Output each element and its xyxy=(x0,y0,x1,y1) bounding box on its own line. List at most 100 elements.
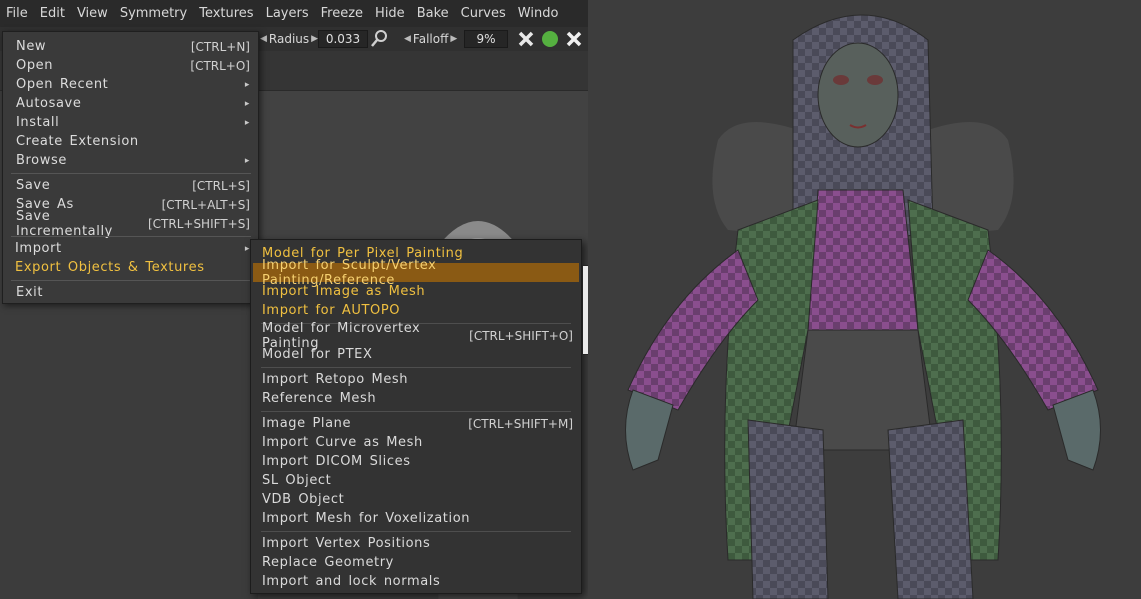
cross-tool-icon[interactable] xyxy=(516,29,536,49)
import-sl-object[interactable]: SL Object xyxy=(253,471,579,490)
file-menu-autosave[interactable]: Autosave ▸ xyxy=(3,94,258,113)
menu-freeze[interactable]: Freeze xyxy=(315,0,369,27)
file-menu-install[interactable]: Install ▸ xyxy=(3,113,258,132)
falloff-control[interactable]: ◀ Falloff ▶ xyxy=(402,30,459,48)
import-vertex-positions[interactable]: Import Vertex Positions xyxy=(253,534,579,553)
menu-file[interactable]: File xyxy=(0,0,34,27)
import-vdb-object[interactable]: VDB Object xyxy=(253,490,579,509)
menu-item-label: Autosave xyxy=(16,96,82,111)
file-menu-open[interactable]: Open [CTRL+O] xyxy=(3,56,258,75)
file-menu-exit[interactable]: Exit xyxy=(3,283,258,302)
menu-separator xyxy=(261,367,571,368)
menu-item-label: Exit xyxy=(16,285,44,300)
import-image-as-mesh[interactable]: Import Image as Mesh xyxy=(253,282,579,301)
menu-item-label: Open Recent xyxy=(16,77,109,92)
menu-separator xyxy=(11,280,251,281)
menu-item-label: VDB Object xyxy=(262,492,345,507)
import-sculpt-vertex-reference[interactable]: Import for Sculpt/Vertex Painting/Refere… xyxy=(253,258,579,288)
import-mesh-voxelization[interactable]: Import Mesh for Voxelization xyxy=(253,509,579,528)
menu-item-label: Import Vertex Positions xyxy=(262,536,431,551)
radius-value-field[interactable]: 0.033 xyxy=(318,30,368,48)
file-menu: New [CTRL+N] Open [CTRL+O] Open Recent ▸… xyxy=(2,31,259,304)
menu-item-label: Model for PTEX xyxy=(262,347,373,362)
radius-decrease-icon[interactable]: ◀ xyxy=(258,34,269,44)
close-icon[interactable] xyxy=(564,29,584,49)
import-curve-as-mesh[interactable]: Import Curve as Mesh xyxy=(253,433,579,452)
import-replace-geometry[interactable]: Replace Geometry xyxy=(253,553,579,572)
screen: File Edit View Symmetry Textures Layers … xyxy=(0,0,1141,599)
submenu-arrow-icon: ▸ xyxy=(244,155,250,166)
menu-item-label: Import Curve as Mesh xyxy=(262,435,423,450)
import-dicom-slices[interactable]: Import DICOM Slices xyxy=(253,452,579,471)
menu-item-label: Import DICOM Slices xyxy=(262,454,411,469)
import-submenu: Model for Per Pixel Painting Import for … xyxy=(250,239,582,594)
menu-textures[interactable]: Textures xyxy=(193,0,259,27)
menu-item-label: Browse xyxy=(16,153,67,168)
file-menu-save-incrementally[interactable]: Save Incrementally [CTRL+SHIFT+S] xyxy=(3,209,258,239)
submenu-arrow-icon: ▸ xyxy=(244,117,250,128)
app-window: File Edit View Symmetry Textures Layers … xyxy=(0,0,588,599)
submenu-arrow-icon: ▸ xyxy=(244,79,250,90)
menu-bar: File Edit View Symmetry Textures Layers … xyxy=(0,0,588,27)
menu-hide[interactable]: Hide xyxy=(369,0,411,27)
file-menu-new[interactable]: New [CTRL+N] xyxy=(3,37,258,56)
file-menu-export-objects-textures[interactable]: Export Objects & Textures xyxy=(3,258,258,277)
menu-item-shortcut: [CTRL+O] xyxy=(190,58,250,73)
menu-item-label: Open xyxy=(16,58,54,73)
submenu-arrow-icon: ▸ xyxy=(244,98,250,109)
import-for-autopo[interactable]: Import for AUTOPO xyxy=(253,301,579,320)
menu-item-label: SL Object xyxy=(262,473,332,488)
falloff-value-field[interactable]: 9% xyxy=(464,30,508,48)
menu-curves[interactable]: Curves xyxy=(455,0,512,27)
falloff-increase-icon[interactable]: ▶ xyxy=(448,34,459,44)
menu-item-shortcut: [CTRL+SHIFT+S] xyxy=(147,216,250,231)
menu-item-shortcut: [CTRL+SHIFT+M] xyxy=(468,416,573,431)
menu-item-label: New xyxy=(16,39,47,54)
character-model-image xyxy=(588,0,1141,599)
menu-layers[interactable]: Layers xyxy=(260,0,315,27)
falloff-decrease-icon[interactable]: ◀ xyxy=(402,34,413,44)
menu-bake[interactable]: Bake xyxy=(411,0,455,27)
menu-item-shortcut: [CTRL+S] xyxy=(192,178,250,193)
menu-view[interactable]: View xyxy=(71,0,114,27)
menu-item-label: Import xyxy=(15,241,62,256)
menu-item-shortcut: [CTRL+ALT+S] xyxy=(161,197,250,212)
menu-item-shortcut: [CTRL+N] xyxy=(190,39,250,54)
menu-item-label: Import Image as Mesh xyxy=(262,284,426,299)
menu-edit[interactable]: Edit xyxy=(34,0,71,27)
menu-item-label: Import and lock normals xyxy=(262,574,441,589)
menu-item-label: Create Extension xyxy=(16,134,139,149)
menu-item-label: Replace Geometry xyxy=(262,555,394,570)
import-model-ptex[interactable]: Model for PTEX xyxy=(253,345,579,364)
menu-separator xyxy=(261,531,571,532)
menu-item-shortcut: [CTRL+SHIFT+O] xyxy=(469,328,573,343)
brush-icon[interactable] xyxy=(370,29,390,49)
file-menu-import[interactable]: Import ▸ xyxy=(3,239,258,258)
import-lock-normals[interactable]: Import and lock normals xyxy=(253,572,579,591)
radius-label: Radius xyxy=(268,32,310,46)
radius-control[interactable]: ◀ Radius ▶ xyxy=(258,30,320,48)
character-render xyxy=(588,0,1141,599)
import-retopo-mesh[interactable]: Import Retopo Mesh xyxy=(253,370,579,389)
file-menu-create-extension[interactable]: Create Extension xyxy=(3,132,258,151)
import-reference-mesh[interactable]: Reference Mesh xyxy=(253,389,579,408)
menu-item-label: Save Incrementally xyxy=(16,208,113,239)
import-image-plane[interactable]: Image Plane [CTRL+SHIFT+M] xyxy=(253,414,579,433)
menu-item-label: Install xyxy=(16,115,60,130)
file-menu-browse[interactable]: Browse ▸ xyxy=(3,151,258,170)
menu-separator xyxy=(261,411,571,412)
file-menu-save[interactable]: Save [CTRL+S] xyxy=(3,176,258,195)
menu-separator xyxy=(11,173,251,174)
menu-windows[interactable]: Windo xyxy=(512,0,565,27)
menu-separator xyxy=(11,236,251,237)
menu-item-label: Import Retopo Mesh xyxy=(262,372,409,387)
file-menu-open-recent[interactable]: Open Recent ▸ xyxy=(3,75,258,94)
falloff-label: Falloff xyxy=(412,32,449,46)
import-model-microvertex[interactable]: Model for Microvertex Painting [CTRL+SHI… xyxy=(253,321,579,351)
menu-item-label: Reference Mesh xyxy=(262,391,377,406)
menu-item-label: Import for AUTOPO xyxy=(262,303,401,318)
menu-item-label: Image Plane xyxy=(262,416,352,431)
menu-item-label: Export Objects & Textures xyxy=(15,260,205,275)
menu-symmetry[interactable]: Symmetry xyxy=(114,0,193,27)
status-green-icon[interactable] xyxy=(540,29,560,49)
